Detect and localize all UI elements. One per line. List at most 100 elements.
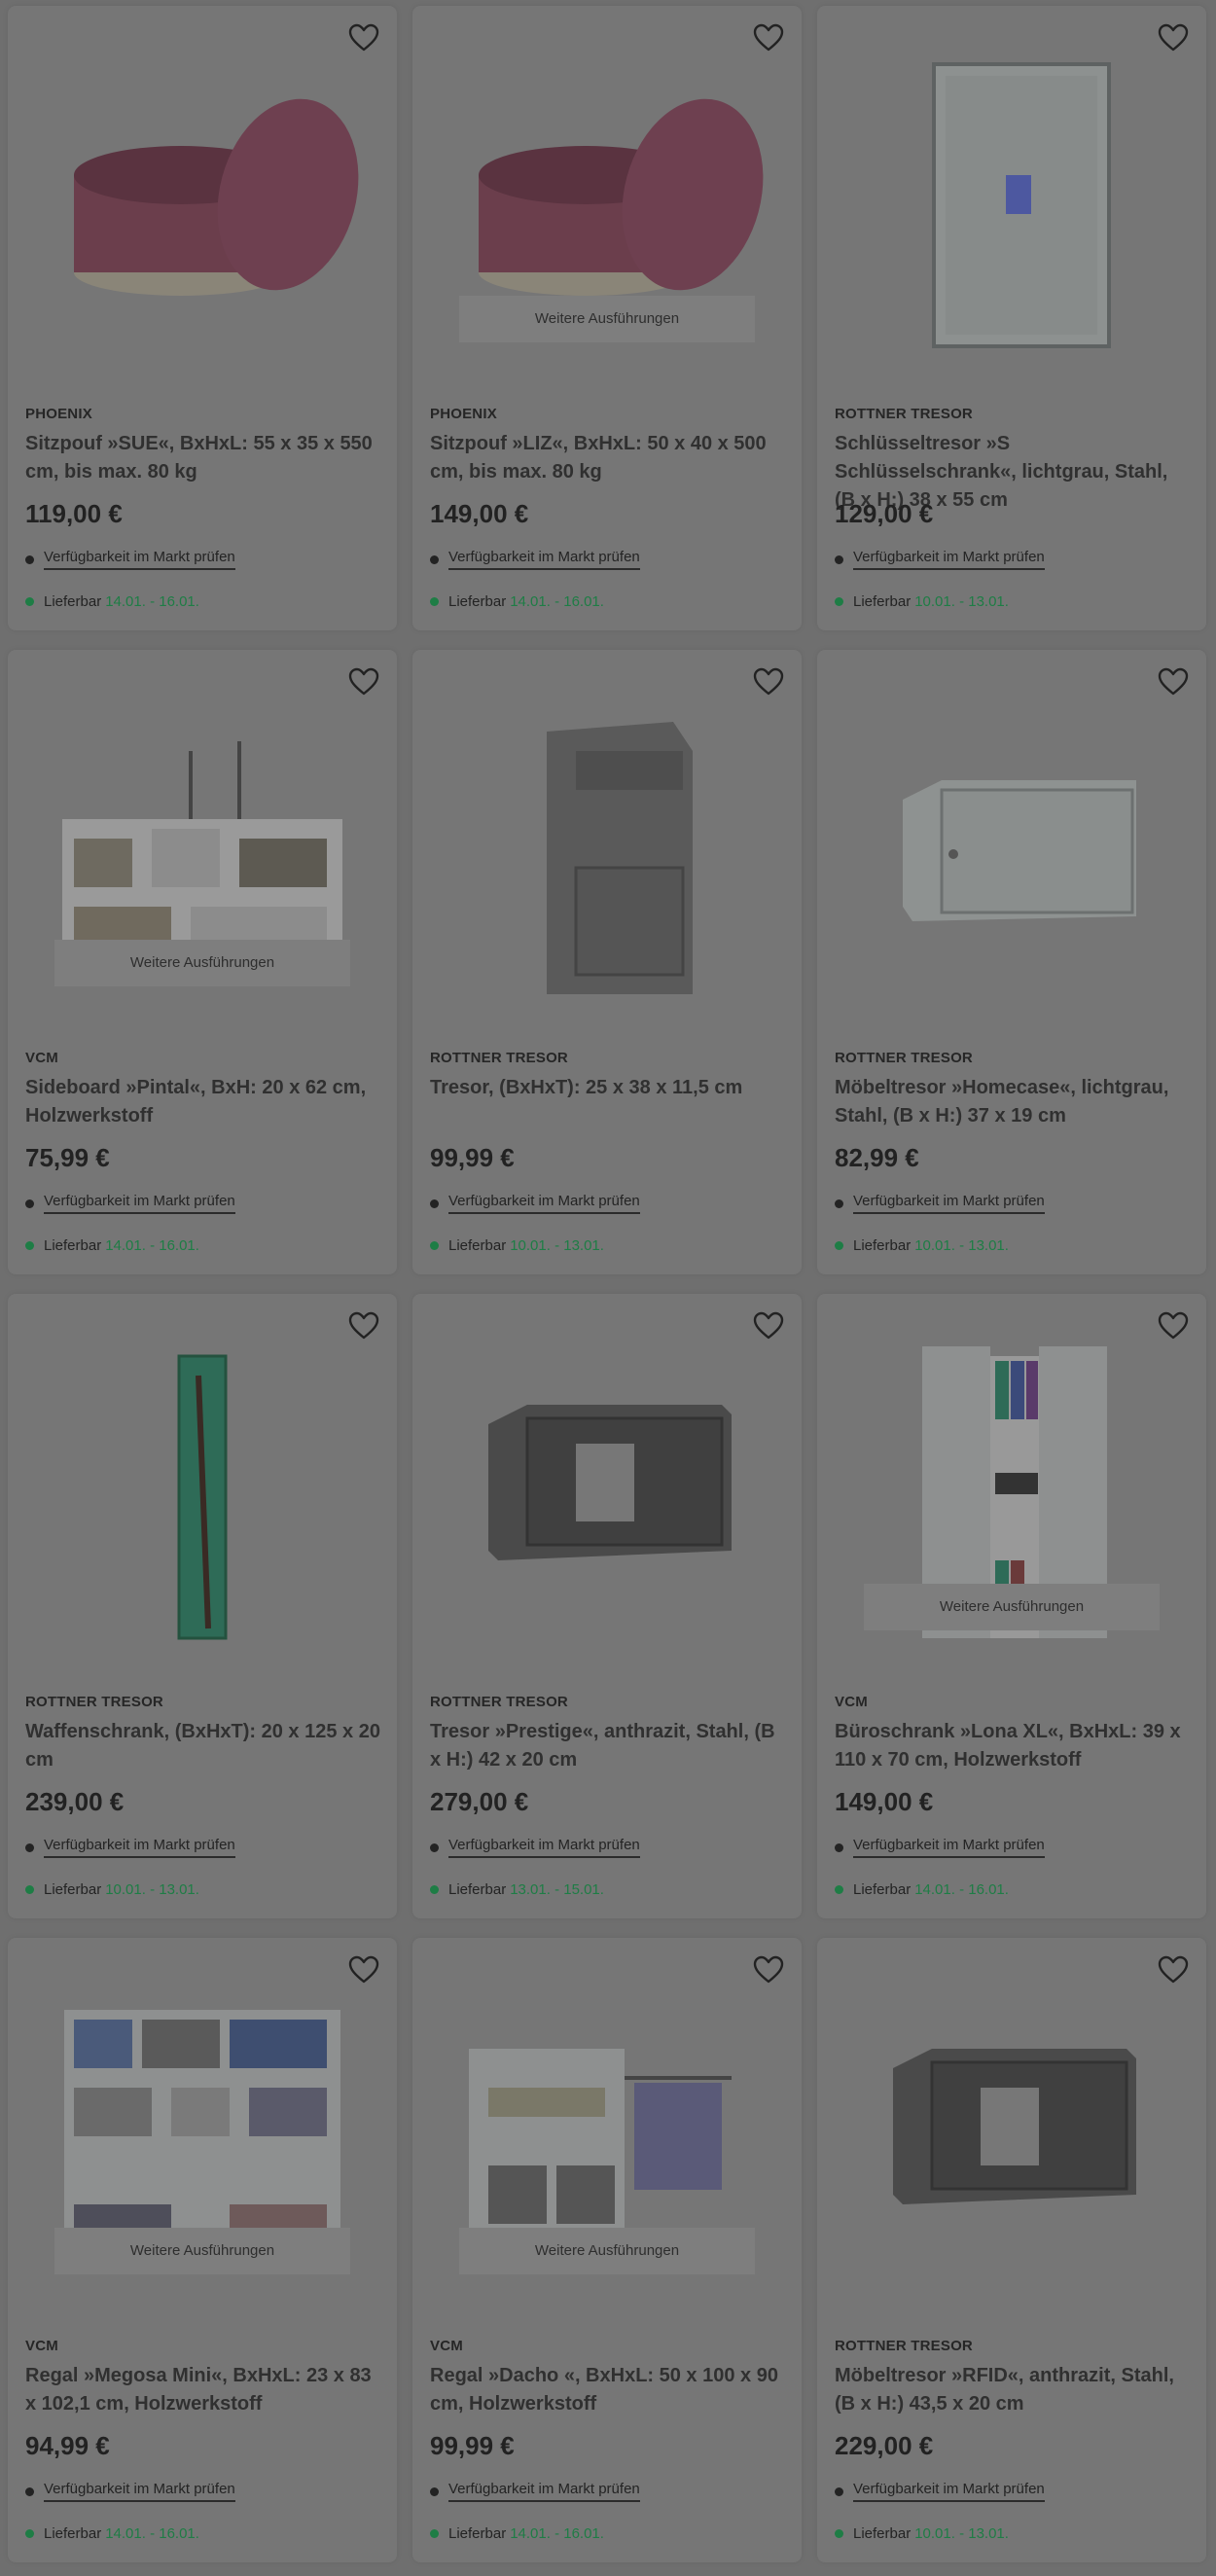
product-title[interactable]: Waffenschrank, (BxHxT): 20 x 125 x 20 cm (25, 1718, 383, 1774)
product-title[interactable]: Tresor »Prestige«, anthrazit, Stahl, (B … (430, 1718, 788, 1774)
delivery-dates: 14.01. - 16.01. (105, 593, 199, 610)
product-card[interactable]: ROTTNER TRESOR Tresor »Prestige«, anthraz… (412, 1294, 802, 1918)
product-title[interactable]: Sitzpouf »SUE«, BxHxL: 55 x 35 x 550 cm,… (25, 430, 383, 486)
delivery-info: Lieferbar 14.01. - 16.01. (25, 593, 199, 610)
delivery-label: Lieferbar (44, 1237, 102, 1254)
delivery-info: Lieferbar 14.01. - 16.01. (835, 1881, 1009, 1898)
delivery-label: Lieferbar (448, 593, 507, 610)
delivery-label: Lieferbar (853, 2525, 912, 2542)
availability-dot-icon (25, 555, 34, 564)
availability-check-label[interactable]: Verfügbarkeit im Markt prüfen (853, 549, 1045, 570)
product-card[interactable]: PHOENIX Sitzpouf »SUE«, BxHxL: 55 x 35 x … (8, 6, 397, 630)
product-image[interactable] (844, 673, 1179, 1004)
delivery-status-dot-icon (835, 1885, 843, 1894)
availability-check-link[interactable]: Verfügbarkeit im Markt prüfen (25, 549, 235, 570)
delivery-info: Lieferbar 14.01. - 16.01. (25, 1237, 199, 1254)
product-title[interactable]: Regal »Megosa Mini«, BxHxL: 23 x 83 x 10… (25, 2362, 383, 2418)
delivery-info: Lieferbar 14.01. - 16.01. (430, 593, 604, 610)
product-title[interactable]: Büroschrank »Lona XL«, BxHxL: 39 x 110 x… (835, 1718, 1193, 1774)
availability-check-label[interactable]: Verfügbarkeit im Markt prüfen (448, 1193, 640, 1214)
product-title[interactable]: Regal »Dacho «, BxHxL: 50 x 100 x 90 cm,… (430, 2362, 788, 2418)
product-title[interactable]: Tresor, (BxHxT): 25 x 38 x 11,5 cm (430, 1074, 788, 1102)
delivery-status-dot-icon (25, 597, 34, 606)
availability-check-link[interactable]: Verfügbarkeit im Markt prüfen (25, 1837, 235, 1858)
delivery-dates: 13.01. - 15.01. (510, 1881, 604, 1898)
availability-check-link[interactable]: Verfügbarkeit im Markt prüfen (835, 1193, 1045, 1214)
availability-check-label[interactable]: Verfügbarkeit im Markt prüfen (44, 2481, 235, 2502)
delivery-status-dot-icon (430, 2529, 439, 2538)
availability-check-label[interactable]: Verfügbarkeit im Markt prüfen (44, 1837, 235, 1858)
product-price: 99,99 € (430, 2431, 515, 2460)
delivery-label: Lieferbar (853, 593, 912, 610)
product-card[interactable]: Weitere Ausführungen VCM Büroschrank »Lona… (817, 1294, 1206, 1918)
product-price: 149,00 € (430, 499, 529, 528)
product-card[interactable]: Weitere Ausführungen VCM Regal »Megosa Min… (8, 1938, 397, 2562)
product-grid: PHOENIX Sitzpouf »SUE«, BxHxL: 55 x 35 x … (0, 0, 1216, 2576)
delivery-status-dot-icon (835, 2529, 843, 2538)
product-brand: ROTTNER TRESOR (835, 406, 973, 422)
delivery-label: Lieferbar (448, 1237, 507, 1254)
delivery-info: Lieferbar 10.01. - 13.01. (25, 1881, 199, 1898)
availability-check-link[interactable]: Verfügbarkeit im Markt prüfen (835, 2481, 1045, 2502)
gun-cabinet-icon (35, 1317, 370, 1648)
delivery-dates: 10.01. - 13.01. (914, 1237, 1009, 1254)
product-title[interactable]: Sideboard »Pintal«, BxH: 20 x 62 cm, Hol… (25, 1074, 383, 1130)
product-brand: VCM (430, 2338, 463, 2354)
more-variants-button[interactable]: Weitere Ausführungen (54, 940, 350, 986)
availability-check-link[interactable]: Verfügbarkeit im Markt prüfen (430, 1837, 640, 1858)
more-variants-button[interactable]: Weitere Ausführungen (459, 296, 755, 342)
availability-check-link[interactable]: Verfügbarkeit im Markt prüfen (430, 549, 640, 570)
availability-check-link[interactable]: Verfügbarkeit im Markt prüfen (430, 2481, 640, 2502)
more-variants-button[interactable]: Weitere Ausführungen (54, 2228, 350, 2274)
availability-check-label[interactable]: Verfügbarkeit im Markt prüfen (448, 549, 640, 570)
key-cabinet-icon (844, 29, 1179, 360)
product-image[interactable] (440, 1317, 774, 1648)
delivery-info: Lieferbar 10.01. - 13.01. (835, 1237, 1009, 1254)
availability-dot-icon (25, 1843, 34, 1852)
product-price: 279,00 € (430, 1787, 529, 1816)
availability-dot-icon (835, 555, 843, 564)
availability-check-label[interactable]: Verfügbarkeit im Markt prüfen (44, 549, 235, 570)
product-card[interactable]: ROTTNER TRESOR Waffenschrank, (BxHxT): 20… (8, 1294, 397, 1918)
product-image[interactable] (35, 1317, 370, 1648)
availability-check-label[interactable]: Verfügbarkeit im Markt prüfen (44, 1193, 235, 1214)
product-brand: VCM (25, 2338, 58, 2354)
availability-check-label[interactable]: Verfügbarkeit im Markt prüfen (853, 1193, 1045, 1214)
availability-check-label[interactable]: Verfügbarkeit im Markt prüfen (853, 1837, 1045, 1858)
product-title[interactable]: Sitzpouf »LIZ«, BxHxL: 50 x 40 x 500 cm,… (430, 430, 788, 486)
product-image[interactable] (440, 673, 774, 1004)
delivery-status-dot-icon (25, 1885, 34, 1894)
product-card[interactable]: Weitere Ausführungen PHOENIX Sitzpouf »LIZ… (412, 6, 802, 630)
availability-check-label[interactable]: Verfügbarkeit im Markt prüfen (448, 2481, 640, 2502)
availability-check-link[interactable]: Verfügbarkeit im Markt prüfen (25, 2481, 235, 2502)
product-card[interactable]: ROTTNER TRESOR Möbeltresor »Homecase«, li… (817, 650, 1206, 1274)
product-image[interactable] (844, 1961, 1179, 2292)
availability-check-link[interactable]: Verfügbarkeit im Markt prüfen (25, 1193, 235, 1214)
product-card[interactable]: ROTTNER TRESOR Möbeltresor »RFID«, anthra… (817, 1938, 1206, 2562)
product-image[interactable] (844, 29, 1179, 360)
product-card[interactable]: ROTTNER TRESOR Tresor, (BxHxT): 25 x 38 x… (412, 650, 802, 1274)
product-title[interactable]: Möbeltresor »RFID«, anthrazit, Stahl, (B… (835, 2362, 1193, 2418)
availability-check-label[interactable]: Verfügbarkeit im Markt prüfen (448, 1837, 640, 1858)
availability-check-link[interactable]: Verfügbarkeit im Markt prüfen (430, 1193, 640, 1214)
delivery-info: Lieferbar 14.01. - 16.01. (430, 2525, 604, 2542)
availability-dot-icon (430, 1199, 439, 1208)
availability-check-link[interactable]: Verfügbarkeit im Markt prüfen (835, 1837, 1045, 1858)
delivery-dates: 14.01. - 16.01. (510, 593, 604, 610)
availability-dot-icon (430, 555, 439, 564)
product-card[interactable]: Weitere Ausführungen VCM Regal »Dacho «, B… (412, 1938, 802, 2562)
product-image[interactable] (35, 29, 370, 360)
delivery-dates: 14.01. - 16.01. (914, 1881, 1009, 1898)
more-variants-button[interactable]: Weitere Ausführungen (864, 1584, 1160, 1630)
product-card[interactable]: ROTTNER TRESOR Schlüsseltresor »S Schlüss… (817, 6, 1206, 630)
more-variants-button[interactable]: Weitere Ausführungen (459, 2228, 755, 2274)
delivery-info: Lieferbar 13.01. - 15.01. (430, 1881, 604, 1898)
availability-check-label[interactable]: Verfügbarkeit im Markt prüfen (853, 2481, 1045, 2502)
product-brand: ROTTNER TRESOR (430, 1050, 568, 1066)
availability-check-link[interactable]: Verfügbarkeit im Markt prüfen (835, 549, 1045, 570)
delivery-dates: 14.01. - 16.01. (105, 2525, 199, 2542)
product-title[interactable]: Möbeltresor »Homecase«, lichtgrau, Stahl… (835, 1074, 1193, 1130)
delivery-dates: 14.01. - 16.01. (105, 1237, 199, 1254)
product-card[interactable]: Weitere Ausführungen VCM Sideboard »Pintal… (8, 650, 397, 1274)
product-price: 239,00 € (25, 1787, 125, 1816)
